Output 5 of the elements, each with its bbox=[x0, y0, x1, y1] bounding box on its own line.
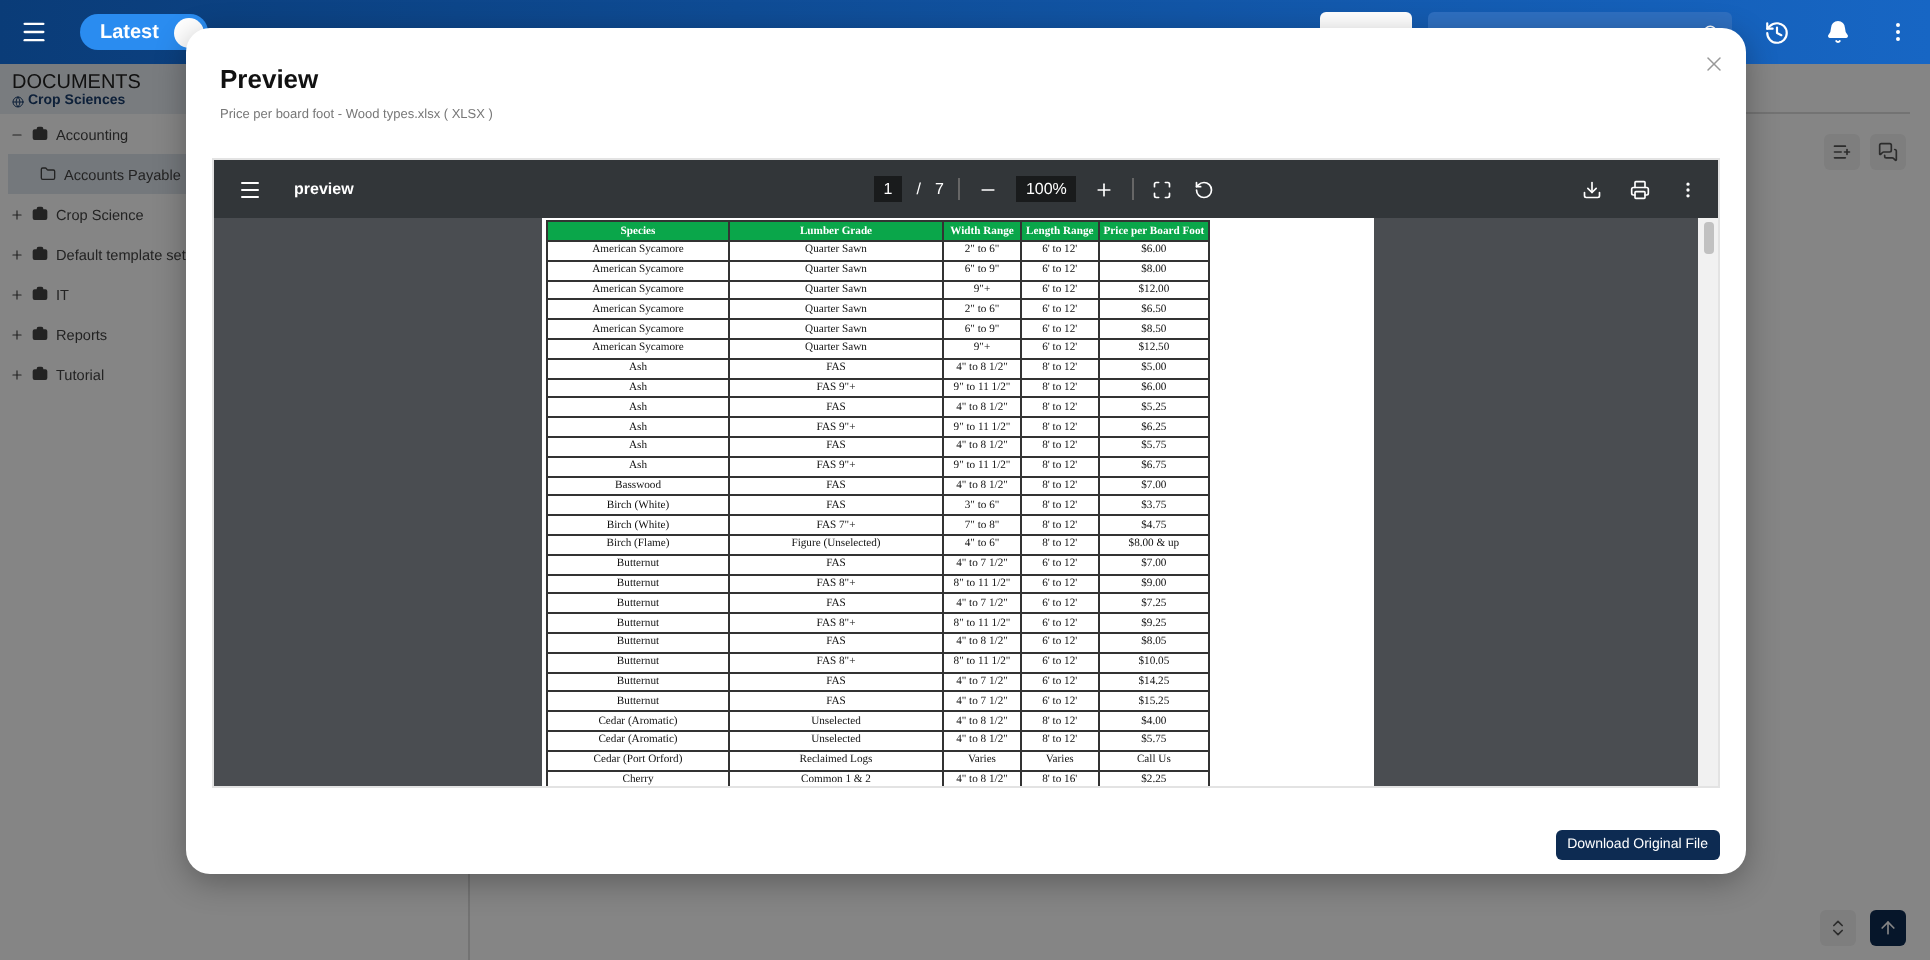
sidebar-title: DOCUMENTS bbox=[12, 72, 141, 94]
document-title: preview bbox=[294, 180, 354, 198]
dialog-title: Preview bbox=[220, 64, 321, 94]
page-separator: / bbox=[916, 180, 921, 198]
page-count: 7 bbox=[934, 180, 944, 198]
